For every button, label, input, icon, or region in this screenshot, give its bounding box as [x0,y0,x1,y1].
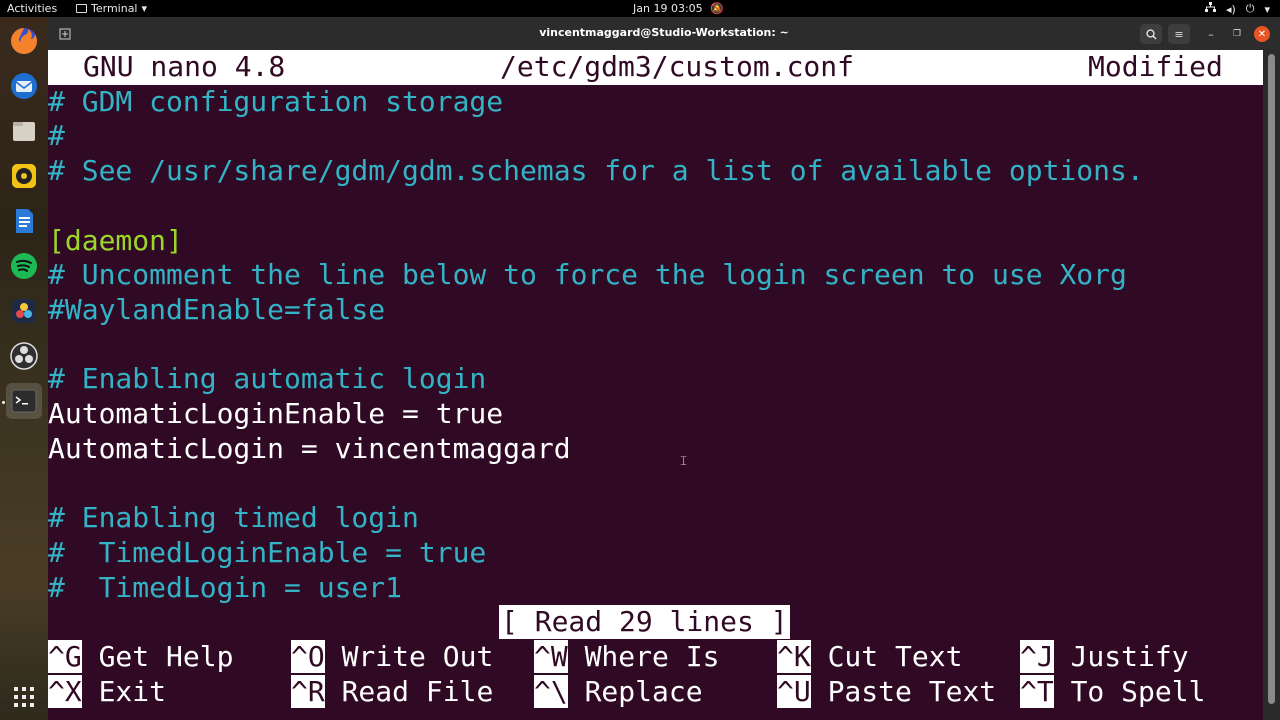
obs-dock-item[interactable] [6,338,42,374]
spotify-icon [11,253,37,279]
window-title: vincentmaggard@Studio-Workstation: ~ [539,26,789,39]
notifications-muted-icon: 🔕 [710,2,724,15]
shortcut-item[interactable]: ^U Paste Text [777,675,996,710]
comment-line[interactable]: # Uncomment the line below to force the … [48,258,1127,293]
writer-dock-item[interactable] [6,203,42,239]
thunderbird-dock-item[interactable] [6,68,42,104]
shortcut-label: Read File [341,675,494,708]
status-message: [ Read 29 lines ] [499,605,790,639]
show-applications-icon [14,687,34,707]
nano-filename: /etc/gdm3/custom.conf [500,50,855,83]
files-icon [13,122,35,141]
shortcut-key: ^\ [534,675,568,708]
comment-line[interactable]: # TimedLoginEnable = true [48,536,486,571]
hamburger-icon: ≡ [1174,27,1184,41]
shortcut-label: Exit [98,675,167,708]
shortcut-item[interactable]: ^W Where Is [534,640,719,675]
chevron-down-icon: ▾ [1264,2,1270,16]
shortcut-key: ^W [534,640,568,673]
text-cursor-icon: 𝙸 [679,454,689,469]
shortcut-key: ^R [291,675,325,708]
shortcut-key: ^O [291,640,325,673]
clock[interactable]: Jan 19 03:05 🔕 [633,2,724,15]
dock [0,17,48,720]
maximize-button[interactable]: ❐ [1226,24,1248,44]
nano-modified-status: Modified [1088,50,1223,83]
nano-version: GNU nano 4.8 [83,50,286,83]
shortcut-label: Where Is [584,640,720,673]
terminal-dock-item[interactable] [6,383,42,419]
terminal-area[interactable]: GNU nano 4.8 /etc/gdm3/custom.conf Modif… [48,50,1263,720]
close-button[interactable]: ✕ [1254,26,1270,42]
shortcut-item[interactable]: ^O Write Out [291,640,493,675]
shortcut-label: Justify [1070,640,1189,673]
search-button[interactable] [1140,24,1162,44]
shortcut-item[interactable]: ^K Cut Text [777,640,962,675]
section-header-line[interactable]: [daemon] [48,224,183,259]
firefox-icon [11,28,37,54]
shortcut-label: To Spell [1070,675,1206,708]
nano-title-bar: GNU nano 4.8 /etc/gdm3/custom.conf Modif… [48,50,1263,85]
shortcut-item[interactable]: ^X Exit [48,675,166,710]
files-dock-item[interactable] [6,113,42,149]
libreoffice-writer-icon [16,209,33,233]
davinci-dock-item[interactable] [6,293,42,329]
terminal-scrollbar[interactable] [1263,50,1280,720]
obs-studio-icon [10,342,38,370]
comment-line[interactable]: # GDM configuration storage [48,85,503,120]
volume-icon: ◂) [1225,2,1236,16]
shortcut-label: Replace [584,675,703,708]
shortcut-label: Write Out [341,640,494,673]
network-icon [1204,2,1216,16]
shortcut-label: Cut Text [827,640,963,673]
restore-icon: ❐ [1232,29,1242,39]
show-applications-button[interactable] [6,679,42,715]
shortcut-item[interactable]: ^\ Replace [534,675,703,710]
spotify-dock-item[interactable] [6,248,42,284]
comment-line[interactable]: # See /usr/share/gdm/gdm.schemas for a l… [48,154,1144,189]
close-icon: ✕ [1257,28,1267,40]
chevron-down-icon: ▾ [141,2,148,15]
thunderbird-icon [11,73,37,99]
running-indicator [2,401,5,404]
firefox-dock-item[interactable] [6,23,42,59]
power-icon: ⏻ [1245,2,1255,15]
comment-line[interactable]: # TimedLogin = user1 [48,571,402,606]
shortcut-key: ^X [48,675,82,708]
minimize-button[interactable]: – [1200,24,1222,44]
shortcut-item[interactable]: ^G Get Help [48,640,233,675]
shortcut-item[interactable]: ^T To Spell [1020,675,1205,710]
hamburger-menu-button[interactable]: ≡ [1168,24,1190,44]
system-tray[interactable]: ◂) ⏻ ▾ [1204,2,1270,16]
comment-line[interactable]: # Enabling automatic login [48,362,486,397]
shortcut-key: ^J [1020,640,1054,673]
davinci-resolve-icon [12,299,36,323]
terminal-headerbar: vincentmaggard@Studio-Workstation: ~ ≡ –… [48,17,1280,50]
shortcut-item[interactable]: ^R Read File [291,675,493,710]
config-line[interactable]: AutomaticLogin = vincentmaggard [48,432,571,467]
terminal-app-icon [76,4,87,13]
comment-line[interactable]: # [48,119,65,154]
app-menu[interactable]: Terminal ▾ [76,2,147,15]
top-bar: Activities Terminal ▾ Jan 19 03:05 🔕 ◂) … [0,0,1280,17]
shortcut-key: ^G [48,640,82,673]
terminal-icon [11,389,37,413]
comment-line[interactable]: #WaylandEnable=false [48,293,385,328]
rhythmbox-dock-item[interactable] [6,158,42,194]
minimize-icon: – [1208,27,1214,41]
activities-button[interactable]: Activities [7,2,57,15]
search-icon [1145,28,1156,39]
shortcut-label: Get Help [98,640,234,673]
clock-label: Jan 19 03:05 [633,2,703,15]
shortcut-key: ^U [777,675,811,708]
comment-line[interactable]: # Enabling timed login [48,501,419,536]
config-line[interactable]: AutomaticLoginEnable = true [48,397,503,432]
scrollbar-thumb[interactable] [1268,54,1275,704]
shortcut-key: ^K [777,640,811,673]
rhythmbox-icon [12,164,36,188]
shortcut-label: Paste Text [827,675,997,708]
shortcut-key: ^T [1020,675,1054,708]
app-menu-label: Terminal [91,2,138,15]
shortcut-item[interactable]: ^J Justify [1020,640,1189,675]
